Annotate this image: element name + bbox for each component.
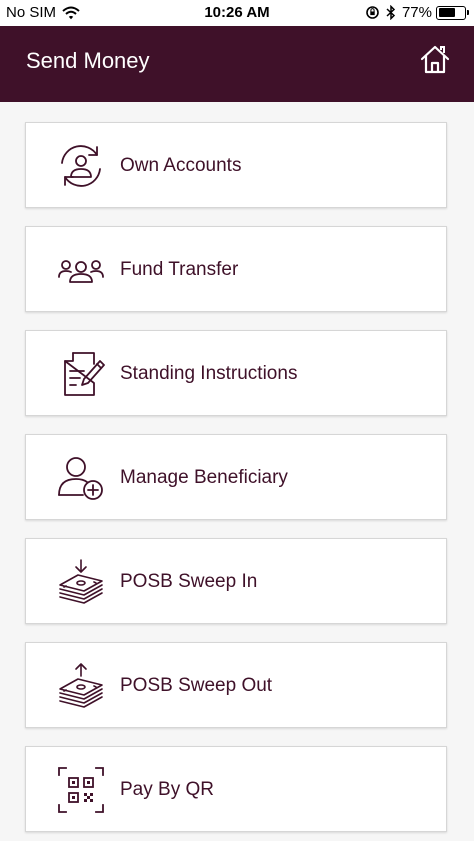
menu-item-posb-sweep-out[interactable]: POSB Sweep Out [25,642,447,728]
manage-beneficiary-icon [56,453,106,503]
menu-item-label: Manage Beneficiary [120,467,288,488]
sweep-out-icon [56,661,106,711]
bluetooth-icon [386,5,396,20]
menu-list: Own Accounts Fund Transfer Standing Inst… [0,102,474,841]
page-title: Send Money [26,48,150,73]
status-bar: No SIM 10:26 AM 77% [0,0,474,26]
menu-item-label: Standing Instructions [120,363,298,384]
menu-item-manage-beneficiary[interactable]: Manage Beneficiary [25,434,447,520]
sweep-in-icon [56,557,106,607]
menu-item-standing-instructions[interactable]: Standing Instructions [25,330,447,416]
battery-fill [438,8,455,17]
app-header: Send Money [0,26,474,102]
menu-item-label: POSB Sweep Out [120,675,273,696]
menu-item-label: Own Accounts [120,155,242,176]
home-button[interactable] [418,42,452,76]
menu-item-own-accounts[interactable]: Own Accounts [25,122,447,208]
menu-item-label: POSB Sweep In [120,571,258,592]
own-accounts-icon [56,141,106,191]
home-icon [419,44,451,74]
fund-transfer-icon [56,245,106,295]
battery-icon [436,5,469,20]
menu-item-label: Pay By QR [120,779,214,800]
menu-item-posb-sweep-in[interactable]: POSB Sweep In [25,538,447,624]
standing-instructions-icon [56,349,106,399]
menu-item-fund-transfer[interactable]: Fund Transfer [25,226,447,312]
rotation-lock-icon [365,5,380,20]
menu-item-label: Fund Transfer [120,259,239,280]
menu-item-pay-by-qr[interactable]: Pay By QR [25,746,447,832]
battery-percent: 77% [401,4,432,21]
status-right: 77% [365,4,469,21]
qr-code-icon [56,765,106,815]
battery-nub [467,9,469,15]
